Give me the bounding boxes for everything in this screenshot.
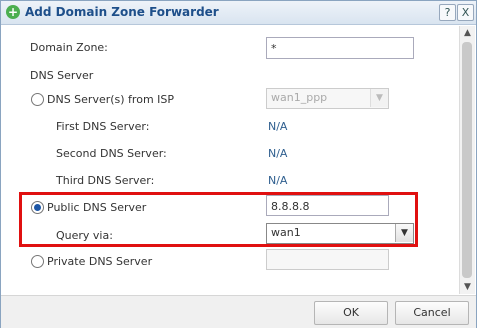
private-dns-radio[interactable] xyxy=(31,255,44,268)
scroll-up-icon[interactable]: ▲ xyxy=(460,26,475,40)
private-dns-input[interactable] xyxy=(266,249,389,270)
close-button[interactable]: X xyxy=(457,4,474,21)
dialog-content: Domain Zone: * DNS Server DNS Server(s) … xyxy=(4,26,457,294)
second-dns-value: N/A xyxy=(268,147,288,160)
isp-interface-select[interactable]: wan1_ppp ▼ xyxy=(266,88,389,109)
highlight-box xyxy=(19,192,418,247)
first-dns-value: N/A xyxy=(268,120,288,133)
private-option-label: Private DNS Server xyxy=(47,255,153,268)
cancel-button[interactable]: Cancel xyxy=(395,301,469,325)
isp-interface-value: wan1_ppp xyxy=(271,91,328,104)
second-dns-label: Second DNS Server: xyxy=(56,147,167,160)
scrollbar[interactable]: ▲ ▼ xyxy=(459,26,475,294)
first-dns-label: First DNS Server: xyxy=(56,120,150,133)
dns-server-heading: DNS Server xyxy=(30,69,94,82)
ok-button[interactable]: OK xyxy=(314,301,388,325)
scroll-down-icon[interactable]: ▼ xyxy=(460,280,475,294)
domain-zone-label: Domain Zone: xyxy=(30,41,108,54)
dialog-titlebar: + Add Domain Zone Forwarder ? X xyxy=(1,1,476,25)
chevron-down-icon: ▼ xyxy=(370,89,388,107)
add-icon: + xyxy=(6,5,20,19)
dialog: + Add Domain Zone Forwarder ? X Domain Z… xyxy=(0,0,477,328)
isp-option-label: DNS Server(s) from ISP xyxy=(47,93,175,106)
scrollbar-thumb[interactable] xyxy=(462,42,472,278)
third-dns-label: Third DNS Server: xyxy=(56,174,155,187)
dialog-footer: OK Cancel xyxy=(1,295,476,328)
domain-zone-input[interactable]: * xyxy=(266,37,414,59)
help-button[interactable]: ? xyxy=(439,4,456,21)
isp-radio[interactable] xyxy=(31,93,44,106)
third-dns-value: N/A xyxy=(268,174,288,187)
dialog-title: Add Domain Zone Forwarder xyxy=(25,5,219,19)
